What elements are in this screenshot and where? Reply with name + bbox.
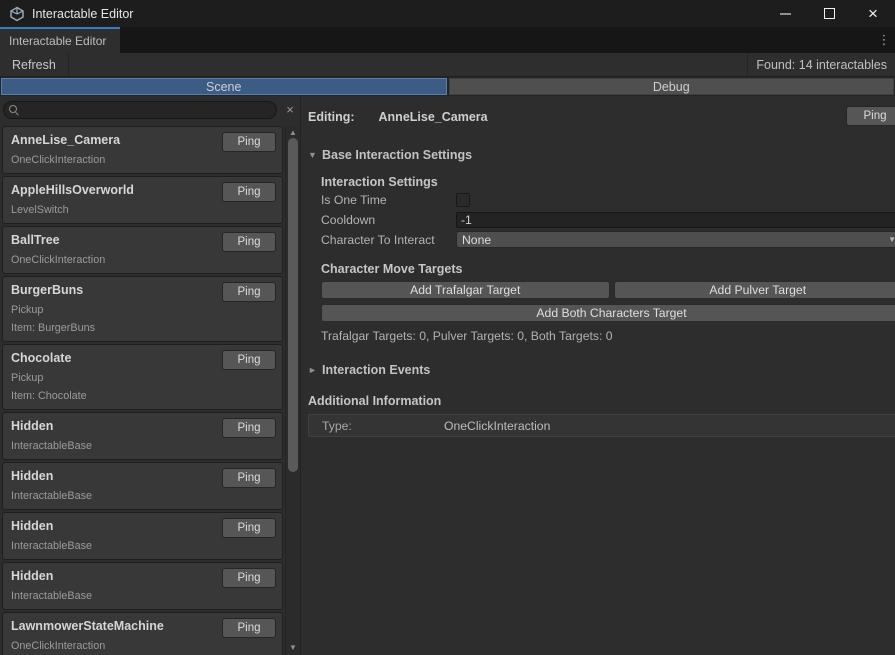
item-type: OneClickInteraction — [11, 154, 274, 167]
list-scrollbar[interactable]: ▲ ▼ — [285, 126, 300, 655]
maximize-button[interactable] — [807, 0, 851, 27]
doc-tabstrip: Interactable Editor ⋮ — [0, 27, 895, 53]
doc-tab-interactable-editor[interactable]: Interactable Editor — [0, 27, 120, 53]
kebab-icon: ⋮ — [878, 32, 891, 48]
list-item[interactable]: Chocolate Pickup Item: Chocolate Ping — [2, 344, 283, 410]
list-item[interactable]: AnneLise_Camera OneClickInteraction Ping — [2, 126, 283, 174]
character-to-interact-row: Character To Interact None ▼ — [321, 230, 895, 249]
item-type: LevelSwitch — [11, 204, 274, 217]
search-input[interactable] — [3, 101, 277, 119]
ping-button[interactable]: Ping — [222, 568, 276, 588]
character-dropdown[interactable]: None ▼ — [456, 231, 895, 248]
search-row: × — [0, 96, 300, 124]
targets-summary: Trafalgar Targets: 0, Pulver Targets: 0,… — [321, 329, 895, 343]
cooldown-row: Cooldown -1 — [321, 210, 895, 229]
minimize-button[interactable] — [763, 0, 807, 27]
main-content: × AnneLise_Camera OneClickInteraction Pi… — [0, 96, 895, 655]
item-type: InteractableBase — [11, 440, 274, 453]
item-type: OneClickInteraction — [11, 254, 274, 267]
found-count-label: Found: 14 interactables — [747, 53, 895, 76]
item-type: Pickup — [11, 372, 274, 385]
doc-tab-label: Interactable Editor — [9, 34, 106, 48]
view-tabs: Scene Debug — [0, 77, 895, 96]
type-label: Type: — [309, 419, 444, 433]
tab-debug[interactable]: Debug — [449, 78, 895, 95]
item-type: InteractableBase — [11, 590, 274, 603]
list-item[interactable]: Hidden InteractableBase Ping — [2, 562, 283, 610]
interaction-settings-header: Interaction Settings — [321, 175, 895, 189]
ping-button[interactable]: Ping — [222, 132, 276, 152]
add-both-characters-target-button[interactable]: Add Both Characters Target — [321, 304, 895, 322]
scrollbar-thumb[interactable] — [288, 138, 298, 472]
list-item[interactable]: LawnmowerStateMachine OneClickInteractio… — [2, 612, 283, 655]
editing-ping-button[interactable]: Ping — [846, 106, 895, 126]
ping-button[interactable]: Ping — [222, 282, 276, 302]
interaction-settings-section: Interaction Settings Is One Time Cooldow… — [321, 175, 895, 343]
ping-button[interactable]: Ping — [222, 232, 276, 252]
item-type: InteractableBase — [11, 540, 274, 553]
add-target-buttons-row: Add Trafalgar Target Add Pulver Target — [321, 281, 895, 299]
move-targets-header: Character Move Targets — [321, 262, 895, 276]
item-type: Pickup — [11, 304, 274, 317]
item-detail: Item: BurgerBuns — [11, 322, 274, 335]
window-title: Interactable Editor — [32, 7, 133, 21]
list-item[interactable]: Hidden InteractableBase Ping — [2, 462, 283, 510]
add-pulver-target-button[interactable]: Add Pulver Target — [614, 281, 895, 299]
cooldown-field[interactable]: -1 — [456, 212, 895, 228]
ping-button[interactable]: Ping — [222, 518, 276, 538]
minimize-icon — [780, 13, 791, 15]
scroll-down-icon[interactable]: ▼ — [286, 643, 300, 652]
unity-cube-icon — [9, 6, 25, 22]
editor-panel: Editing: AnneLise_Camera Ping ▼ Base Int… — [301, 96, 895, 655]
list-item[interactable]: BallTree OneClickInteraction Ping — [2, 226, 283, 274]
is-one-time-checkbox[interactable] — [456, 193, 470, 207]
tab-menu-button[interactable]: ⋮ — [873, 27, 895, 53]
interactable-editor-window: Interactable Editor × Interactable Edito… — [0, 0, 895, 655]
ping-button[interactable]: Ping — [222, 350, 276, 370]
interactables-list: AnneLise_Camera OneClickInteraction Ping… — [2, 126, 283, 655]
close-button[interactable]: × — [851, 0, 895, 27]
ping-button[interactable]: Ping — [222, 418, 276, 438]
interactables-list-panel: × AnneLise_Camera OneClickInteraction Pi… — [0, 96, 301, 655]
add-trafalgar-target-button[interactable]: Add Trafalgar Target — [321, 281, 610, 299]
list-item[interactable]: Hidden InteractableBase Ping — [2, 512, 283, 560]
list-item[interactable]: BurgerBuns Pickup Item: BurgerBuns Ping — [2, 276, 283, 342]
ping-button[interactable]: Ping — [222, 182, 276, 202]
is-one-time-row: Is One Time — [321, 190, 895, 209]
ping-button[interactable]: Ping — [222, 468, 276, 488]
type-info-box: Type: OneClickInteraction — [308, 414, 895, 437]
item-detail: Item: Chocolate — [11, 390, 274, 403]
add-both-button-row: Add Both Characters Target — [321, 304, 895, 322]
foldout-closed-icon: ► — [308, 365, 322, 375]
ping-button[interactable]: Ping — [222, 618, 276, 638]
type-value: OneClickInteraction — [444, 419, 550, 433]
item-type: OneClickInteraction — [11, 640, 274, 653]
scroll-up-icon[interactable]: ▲ — [286, 128, 300, 137]
close-icon: × — [868, 5, 878, 22]
editing-label: Editing: — [308, 110, 355, 124]
toolbar: Refresh Found: 14 interactables — [0, 53, 895, 77]
search-icon — [9, 105, 19, 115]
maximize-icon — [824, 8, 835, 19]
clear-icon: × — [286, 102, 294, 117]
base-interaction-settings-foldout[interactable]: ▼ Base Interaction Settings — [308, 148, 895, 162]
search-clear-button[interactable]: × — [283, 103, 297, 117]
editing-header-row: Editing: AnneLise_Camera Ping — [308, 107, 895, 127]
list-item[interactable]: Hidden InteractableBase Ping — [2, 412, 283, 460]
refresh-button[interactable]: Refresh — [0, 53, 69, 76]
list-item[interactable]: AppleHillsOverworld LevelSwitch Ping — [2, 176, 283, 224]
titlebar: Interactable Editor × — [0, 0, 895, 27]
interaction-events-foldout[interactable]: ► Interaction Events — [308, 363, 895, 377]
editing-target-name: AnneLise_Camera — [379, 110, 488, 124]
foldout-open-icon: ▼ — [308, 150, 322, 160]
tab-scene[interactable]: Scene — [1, 78, 447, 95]
additional-information-header: Additional Information — [308, 394, 895, 408]
chevron-down-icon: ▼ — [888, 235, 895, 244]
item-type: InteractableBase — [11, 490, 274, 503]
